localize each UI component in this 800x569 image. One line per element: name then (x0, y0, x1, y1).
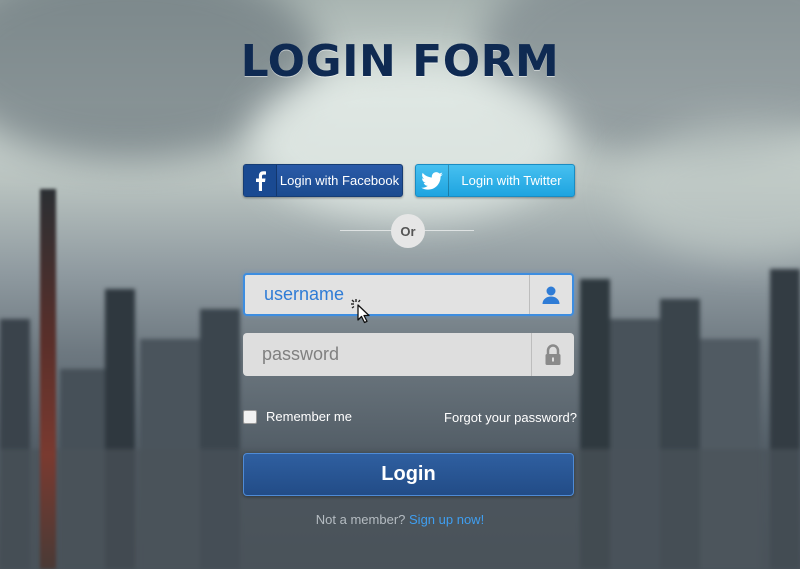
signup-prompt-text: Not a member? (315, 512, 406, 527)
twitter-login-label: Login with Twitter (461, 173, 562, 188)
page-title: LOGIN FORM (240, 36, 560, 87)
remember-me-checkbox[interactable] (243, 409, 257, 424)
signup-prompt: Not a member? Sign up now! (0, 512, 800, 527)
divider-line-left (340, 230, 392, 231)
username-input[interactable] (245, 274, 529, 315)
facebook-login-button[interactable]: Login with Facebook (243, 164, 403, 197)
password-field[interactable] (243, 332, 574, 377)
twitter-icon (416, 165, 449, 196)
or-divider: Or (391, 214, 425, 248)
lock-icon (531, 333, 574, 376)
mouse-cursor-icon (350, 298, 378, 329)
facebook-login-label: Login with Facebook (279, 173, 400, 188)
facebook-icon (244, 165, 277, 196)
remember-me[interactable]: Remember me (243, 409, 352, 424)
login-button[interactable]: Login (243, 453, 574, 496)
signup-link[interactable]: Sign up now! (409, 512, 484, 527)
remember-me-label: Remember me (266, 409, 352, 424)
username-field[interactable] (243, 273, 574, 316)
divider-line-right (424, 230, 474, 231)
twitter-login-button[interactable]: Login with Twitter (415, 164, 575, 197)
user-icon (529, 275, 572, 314)
forgot-password-link[interactable]: Forgot your password? (444, 410, 577, 425)
password-input[interactable] (243, 332, 531, 377)
